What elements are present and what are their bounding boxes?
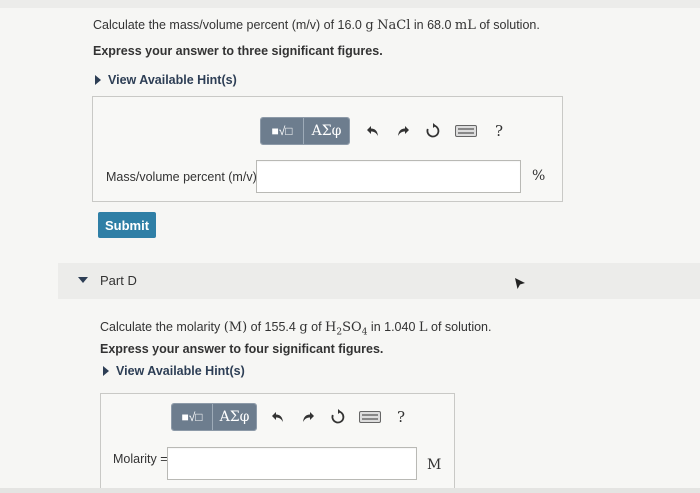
molarity-unit: M xyxy=(427,457,442,473)
part-d-view-hints-link[interactable]: View Available Hint(s) xyxy=(103,364,245,378)
part-d-header[interactable] xyxy=(58,263,700,299)
question-instruction: Express your answer to three significant… xyxy=(93,44,383,58)
expand-triangle-icon xyxy=(103,366,109,376)
expand-triangle-icon xyxy=(95,75,101,85)
help-icon[interactable]: ? xyxy=(387,408,415,426)
molarity-input[interactable] xyxy=(167,447,417,480)
collapse-triangle-icon[interactable] xyxy=(78,277,88,283)
bottom-strip xyxy=(0,488,700,493)
help-icon[interactable]: ? xyxy=(484,122,514,140)
part-d-instruction: Express your answer to four significant … xyxy=(100,342,384,356)
redo-icon[interactable] xyxy=(388,124,418,138)
toolbar-button-group: ■√□ ΑΣφ xyxy=(260,117,350,145)
cursor-icon xyxy=(514,277,526,296)
templates-button[interactable]: ■√□ xyxy=(261,118,303,144)
keyboard-icon[interactable] xyxy=(353,411,387,423)
toolbar-button-group: ■√□ ΑΣφ xyxy=(171,403,257,431)
mass-volume-input[interactable] xyxy=(256,160,521,193)
reset-icon[interactable] xyxy=(323,409,353,425)
molarity-label: Molarity = xyxy=(113,452,168,466)
hint-label: View Available Hint(s) xyxy=(116,364,245,378)
reset-icon[interactable] xyxy=(418,123,448,139)
page: Calculate the mass/volume percent (m/v) … xyxy=(0,0,700,493)
hint-label: View Available Hint(s) xyxy=(108,73,237,87)
keyboard-icon[interactable] xyxy=(448,125,484,137)
undo-icon[interactable] xyxy=(263,410,293,424)
part-d-math-toolbar: ■√□ ΑΣφ ? xyxy=(171,402,415,432)
symbols-button[interactable]: ΑΣφ xyxy=(303,118,349,144)
math-toolbar: ■√□ ΑΣφ ? xyxy=(260,116,514,146)
part-d-prompt: Calculate the molarity (M) of 155.4 g of… xyxy=(100,320,492,338)
symbols-button[interactable]: ΑΣφ xyxy=(212,404,256,430)
mass-volume-label: Mass/volume percent (m/v) = xyxy=(106,170,268,184)
percent-unit: % xyxy=(532,168,546,184)
submit-button[interactable]: Submit xyxy=(98,212,156,238)
redo-icon[interactable] xyxy=(293,410,323,424)
templates-button[interactable]: ■√□ xyxy=(172,404,212,430)
part-d-title: Part D xyxy=(100,273,137,288)
top-strip xyxy=(0,0,700,8)
undo-icon[interactable] xyxy=(358,124,388,138)
question-prompt: Calculate the mass/volume percent (m/v) … xyxy=(93,18,540,33)
view-hints-link[interactable]: View Available Hint(s) xyxy=(95,73,237,87)
